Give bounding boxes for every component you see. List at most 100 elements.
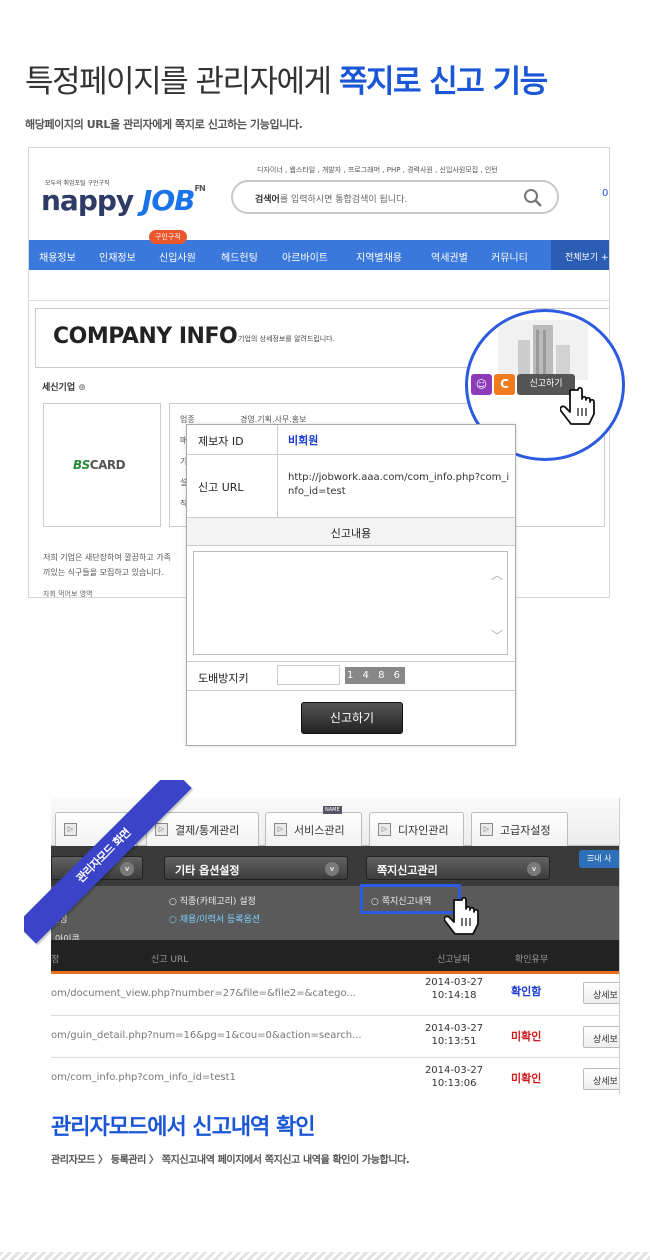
tab-service[interactable]: ▷ 서비스관리 [265,812,362,846]
status-badge: 확인함 [511,985,542,998]
submenu-item[interactable]: ○ 채용/이력서 등록옵션 [169,912,260,925]
column-header: 신고날짜 [437,955,471,965]
date: 2014-03-27 [424,1023,484,1034]
detail-button[interactable]: 상세보 [583,1026,619,1048]
nav-item[interactable]: 역세권별 [431,249,468,264]
side-digit: 0 [602,188,609,199]
nav-item[interactable]: 커뮤니티 [491,249,528,264]
submenu-item[interactable]: 른 [51,894,59,907]
status-badge: 미확인 [511,1072,542,1085]
submenu-label: 채용/이력서 등록옵션 [179,915,261,925]
dropdown-other-options[interactable]: 기타 옵션설정 v [164,856,348,880]
divider [29,300,609,301]
plus-icon[interactable]: ⊕ [78,383,86,393]
report-url[interactable]: om/document_view.php?number=27&file=&fil… [51,988,356,999]
submenu-item[interactable]: 설정 [51,912,68,925]
tab-advanced[interactable]: ▷ 고급자설정 [471,812,568,846]
tab-design[interactable]: ▷ 디자인관리 [369,812,464,846]
page-title: 특정페이지를 관리자에게 쪽지로 신고 기능 [25,56,548,101]
reporter-value: 비회원 [288,434,319,447]
tab-label: 디자인관리 [398,824,449,837]
tab-manage[interactable]: ▷ 리 [55,812,137,846]
tab-icon: ▷ [155,823,168,836]
tab-label: 결제/통계관리 [175,824,240,837]
column-header: 정 [51,955,60,965]
nav-all-button[interactable]: 전체보기 + [551,240,609,270]
content-label: 신고내용 [330,527,372,540]
nav-item[interactable]: 헤드헌팅 [221,249,258,264]
share-icon[interactable]: ☺ [471,374,492,395]
date: 2014-03-27 [424,977,484,988]
report-url[interactable]: om/guin_detail.php?num=16&pg=1&cou=0&act… [51,1030,362,1041]
company-info-title: COMPANY INFO [53,324,238,349]
section-title: 관리자모드에서 신고내역 확인 [51,1115,315,1140]
section-subtitle: 관리자모드 〉 등록관리 〉 쪽지신고내역 페이지에서 쪽지신고 내역을 확인이… [51,1155,410,1166]
captcha-input[interactable] [277,665,340,685]
company-logo: BSCARD [73,458,126,472]
date: 2014-03-27 [424,1065,484,1076]
tab-label: 고급자설정 [500,824,551,837]
site-logo[interactable]: nappy JOBFN [41,184,206,217]
chevron-down-icon: v [120,862,134,876]
time: 10:13:06 [431,1078,477,1089]
title-highlight: 쪽지로 신고 기능 [338,64,548,100]
chevron-down-icon: v [325,862,339,876]
search-input[interactable]: 검색어를 입력하시면 통합검색이 됩니다. [231,180,559,214]
building-icon [498,320,588,380]
report-content-textarea[interactable]: ︿ ﹀ [193,551,508,655]
tab-label: 서비스관리 [294,824,345,837]
nav-item[interactable]: 채용정보 [39,249,76,264]
scroll-down-icon[interactable]: ﹀ [491,627,503,644]
logo-job: JOB [141,184,196,217]
captcha-image: 1 4 8 6 [345,667,405,684]
hand-cursor-icon [444,896,479,935]
company-info-desc: 기업의 상세정보를 알려드립니다. [238,335,335,343]
submenu-label: 직종(카테고리) 설정 [179,897,256,907]
logo-fn: FN [194,184,205,193]
detail-button[interactable]: 상세보 [583,982,619,1004]
table-row: om/guin_detail.php?num=16&pg=1&cou=0&act… [51,1016,619,1058]
search-bold: 검색어 [255,195,280,205]
name-tag-icon: NAME [323,806,342,814]
company-name: 세신기업 ⊕ [42,380,86,393]
submit-report-button[interactable]: 신고하기 [301,702,403,734]
title-plain: 특정페이지를 관리자에게 [25,64,339,100]
nav-item[interactable]: 인재정보 [99,249,136,264]
logo-text: nappy [41,184,134,217]
submenu-item[interactable]: ○ 직종(카테고리) 설정 [169,894,256,907]
company-description: 저희 기업은 새단장하여 깔끔하고 가족 끼있는 식구들을 모집하고 있습니다. [43,550,171,580]
url-row: 신고 URL http://jobwork.aaa.com/com_info.p… [187,455,515,518]
column-header: 신고 URL [151,955,189,965]
table-row: om/document_view.php?number=27&file=&fil… [51,974,619,1016]
admin-submenu: 른 설정 아이콘 ○ 직종(카테고리) 설정 ○ 채용/이력서 등록옵션 ○ 쪽… [51,886,619,945]
tab-icon: ▷ [480,823,493,836]
footer-stripe [0,1252,650,1260]
dropdown-report-manage[interactable]: 쪽지신고관리 v [366,856,550,880]
nav-item[interactable]: 지역별채용 [356,249,402,264]
nav-item[interactable]: 신입사원 [159,249,196,264]
desc-line: 저희 기업은 새단장하여 깔끔하고 가족 [43,553,171,562]
c-icon[interactable]: C [494,374,515,395]
my-menu-button[interactable]: ☰내 사 [579,850,619,868]
dropdown-label: 쪽지신고관리 [377,864,438,877]
tab-icon: ▷ [378,823,391,836]
scroll-up-icon[interactable]: ︿ [491,566,503,583]
admin-screenshot: ▷ 리 ▷ 결제/통계관리 ▷ 서비스관리 ▷ 디자인관리 ▷ 고급자설정 NAME v … [51,798,620,1094]
keyword-links[interactable]: 디자이너 , 웹스타일 , 개발자 , 프로그래머 , PHP , 경력사원 ,… [257,165,498,175]
dropdown-left[interactable]: v [51,856,143,880]
desc-extra: 자회 먹어보 영역 [43,590,93,598]
nav-item[interactable]: 아르바이트 [282,249,328,264]
report-url[interactable]: om/com_info.php?com_info_id=test1 [51,1072,236,1083]
tab-payment[interactable]: ▷ 결제/통계관리 [146,812,259,846]
main-nav: 채용정보 인재정보 신입사원 헤드헌팅 아르바이트 지역별채용 역세권별 커뮤니… [29,240,609,270]
table-row: om/com_info.php?com_info_id=test1 2014-0… [51,1058,619,1094]
time: 10:14:18 [431,990,477,1001]
chevron-down-icon: v [527,862,541,876]
search-placeholder: 검색어를 입력하시면 통합검색이 됩니다. [255,192,407,205]
captcha-label: 도배방지키 [198,672,249,685]
detail-button[interactable]: 상세보 [583,1068,619,1090]
report-date: 2014-03-27 10:14:18 [419,976,489,1002]
reporter-row: 제보자 ID 비회원 [187,425,515,455]
search-icon[interactable] [523,188,543,208]
hand-cursor-icon [560,386,595,425]
